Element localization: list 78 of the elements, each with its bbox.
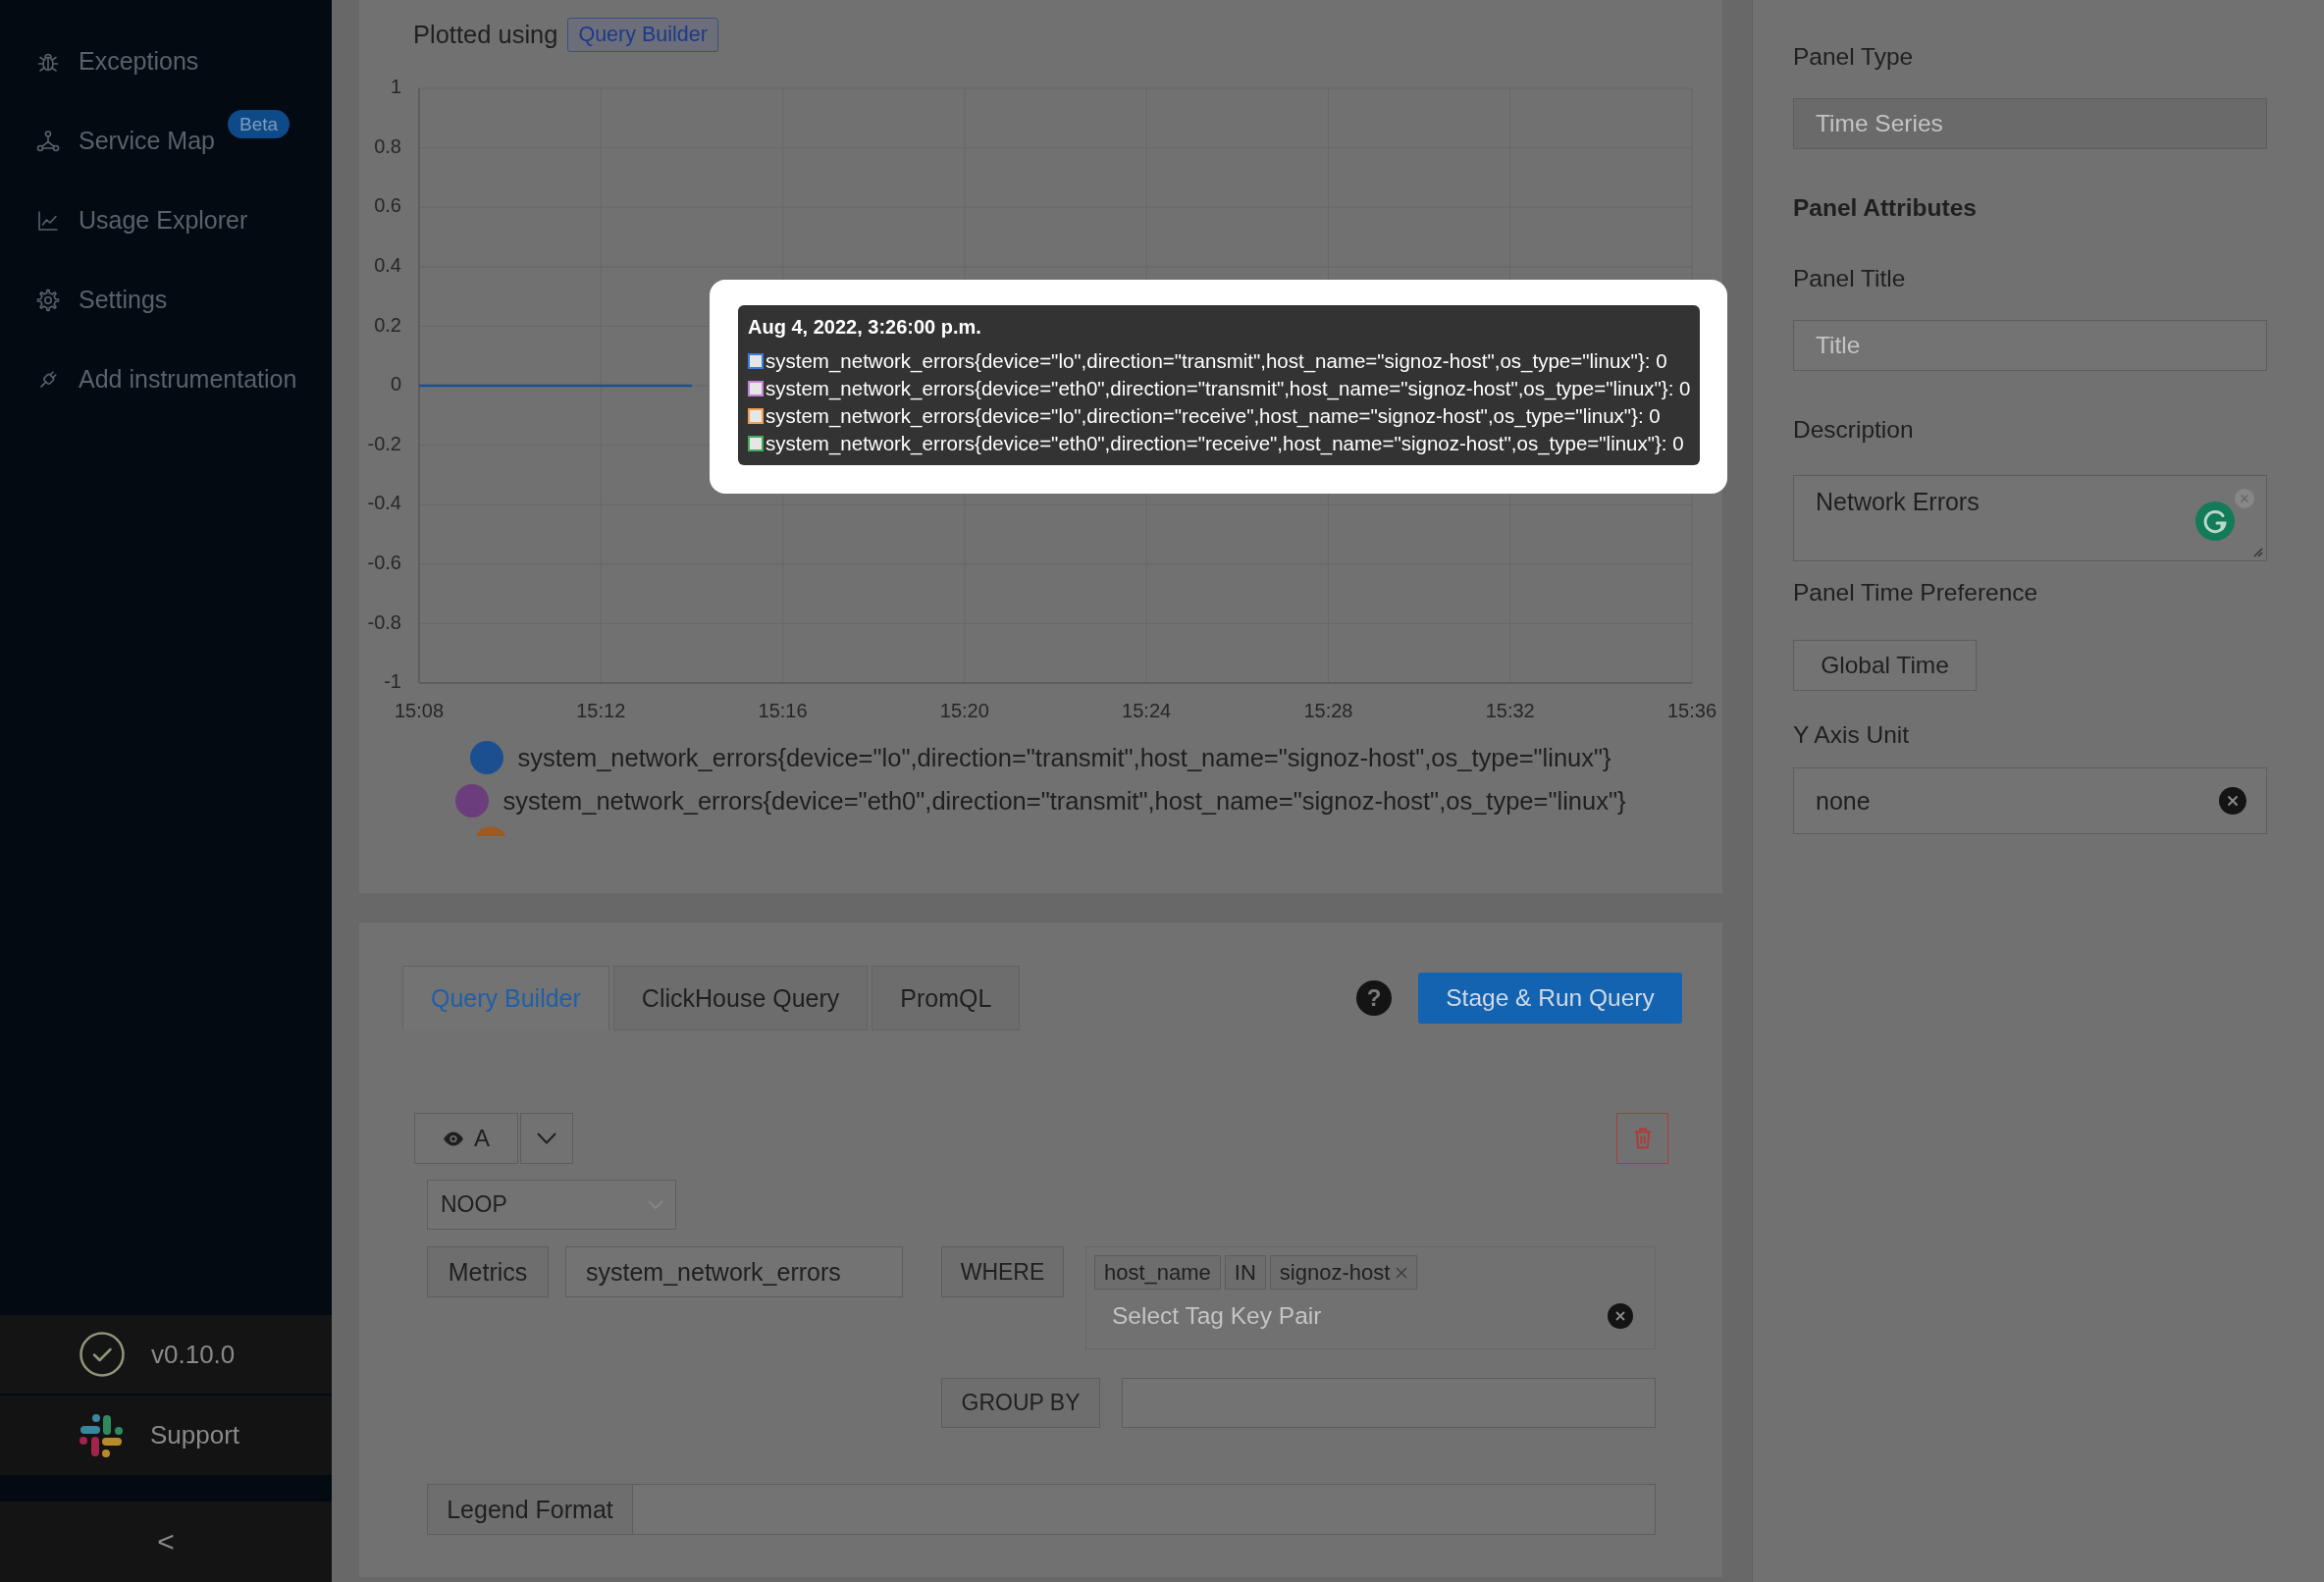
time-preference-button[interactable]: Global Time: [1793, 640, 1977, 691]
metrics-label: Metrics: [427, 1246, 549, 1297]
field-label: Panel Type: [1793, 42, 1914, 72]
y-tick-label: 0.6: [374, 194, 401, 217]
query-toggle-button[interactable]: A: [414, 1113, 518, 1164]
tooltip-row-text: system_network_errors{device="eth0",direction="receive",host_name="signoz-host",os_type="linux"}: 0: [766, 431, 1684, 457]
x-tick-label: 15:08: [394, 700, 445, 722]
description-field[interactable]: Network Errors: [1793, 475, 2267, 561]
legend-label: system_network_errors{device="lo",direction="transmit",host_name="signoz-host",os_type="linux"}: [517, 743, 1611, 772]
help-button[interactable]: ?: [1356, 980, 1392, 1016]
tag-search-field[interactable]: Select Tag Key Pair: [1094, 1298, 1608, 1334]
x-tick-label: 15:16: [758, 700, 808, 722]
legend-format-label: Legend Format: [427, 1484, 633, 1535]
field-label: Panel Title: [1793, 264, 1906, 293]
legend-label: system_network_errors{device="eth0",direction="transmit",host_name="signoz-host",os_type="linux"}: [502, 786, 1626, 816]
version-label: v0.10.0: [151, 1339, 236, 1370]
field-label: Y Axis Unit: [1793, 720, 1909, 750]
color-hash-icon: [79, 1412, 124, 1458]
line-chart-icon: [36, 208, 60, 233]
tooltip-row-text: system_network_errors{device="lo",direction="transmit",host_name="signoz-host",os_type="linux"}: 0: [766, 348, 1667, 375]
field-label: Panel Time Preference: [1793, 578, 2038, 607]
group-by-label: GROUP BY: [941, 1378, 1100, 1428]
tooltip-row-text: system_network_errors{device="eth0",direction="transmit",host_name="signoz-host",os_type="linux"}: 0: [766, 376, 1691, 402]
plotted-using-label: Plotted using: [413, 20, 558, 49]
filter-tag[interactable]: host_name: [1094, 1255, 1221, 1290]
clear-icon[interactable]: [2219, 787, 2246, 815]
panel-title-field[interactable]: Title: [1793, 320, 2267, 371]
y-tick-label: -0.2: [367, 432, 401, 454]
beta-badge: Beta: [228, 110, 290, 138]
y-tick-label: -0.8: [367, 610, 401, 633]
filter-tag[interactable]: IN: [1224, 1255, 1266, 1290]
aggregation-select[interactable]: NOOP: [427, 1180, 676, 1230]
x-tick-label: 15:32: [1485, 700, 1535, 722]
expand-button[interactable]: [520, 1113, 573, 1164]
section-heading: Panel Attributes: [1793, 193, 1977, 223]
chevron-down-icon: [537, 1133, 556, 1144]
y-tick-label: -0.4: [367, 492, 401, 514]
y-tick-label: 0.4: [374, 254, 401, 277]
settings-icon: [36, 288, 60, 312]
delete-button[interactable]: [1616, 1113, 1668, 1164]
sidebar-item[interactable]: Usage Explorer: [0, 181, 332, 260]
query-tab[interactable]: PromQL: [872, 966, 1021, 1030]
tag-filter-box[interactable]: host_name IN signoz-host Select Tag Key Pair: [1085, 1246, 1656, 1349]
sidebar-item[interactable]: Add instrumentation: [0, 340, 332, 419]
x-tick-label: 15:20: [939, 700, 989, 722]
clear-icon[interactable]: [1608, 1303, 1633, 1329]
close-icon[interactable]: [1396, 1266, 1408, 1279]
y-tick-label: -0.6: [367, 552, 401, 574]
sidebar-item[interactable]: Service Map Beta: [0, 101, 332, 181]
filter-tag[interactable]: signoz-host: [1269, 1255, 1418, 1290]
field-label: Description: [1793, 415, 1914, 445]
chevron-down-icon: [648, 1200, 663, 1209]
x-tick-label: 15:24: [1122, 700, 1172, 722]
query-tab[interactable]: ClickHouse Query: [612, 966, 869, 1030]
y-tick-label: -1: [384, 670, 401, 693]
collapse-button[interactable]: <: [0, 1502, 332, 1582]
x-tick-label: 15:36: [1666, 700, 1717, 722]
check-circle-icon: [79, 1332, 125, 1377]
y-tick-label: 0: [390, 373, 401, 396]
x-tick-label: 15:12: [576, 700, 626, 722]
resize-handle-icon[interactable]: [2251, 546, 2263, 557]
tooltip-row-text: system_network_errors{device="lo",direction="receive",host_name="signoz-host",os_type="linux"}: 0: [766, 403, 1661, 430]
support-button[interactable]: Support: [0, 1396, 332, 1475]
sidebar-item[interactable]: Settings: [0, 260, 332, 340]
close-icon[interactable]: [2235, 489, 2254, 508]
source-tag: Query Builder: [567, 17, 718, 52]
nodes-icon: [36, 129, 60, 153]
y-tick-label: 0.8: [374, 134, 401, 157]
sidebar-item[interactable]: Exceptions: [0, 22, 332, 101]
y-tick-label: 0.2: [374, 313, 401, 336]
tooltip-title: Aug 4, 2022, 3:26:00 p.m.: [748, 315, 982, 340]
trash-icon: [1633, 1128, 1652, 1149]
where-label: WHERE: [941, 1246, 1064, 1297]
x-tick-label: 15:28: [1303, 700, 1353, 722]
metric-field[interactable]: system_network_errors: [565, 1246, 903, 1297]
y-axis-unit-select[interactable]: none: [1793, 767, 2267, 834]
y-tick-label: 1: [390, 76, 401, 98]
run-query-button[interactable]: Stage & Run Query: [1418, 973, 1682, 1024]
